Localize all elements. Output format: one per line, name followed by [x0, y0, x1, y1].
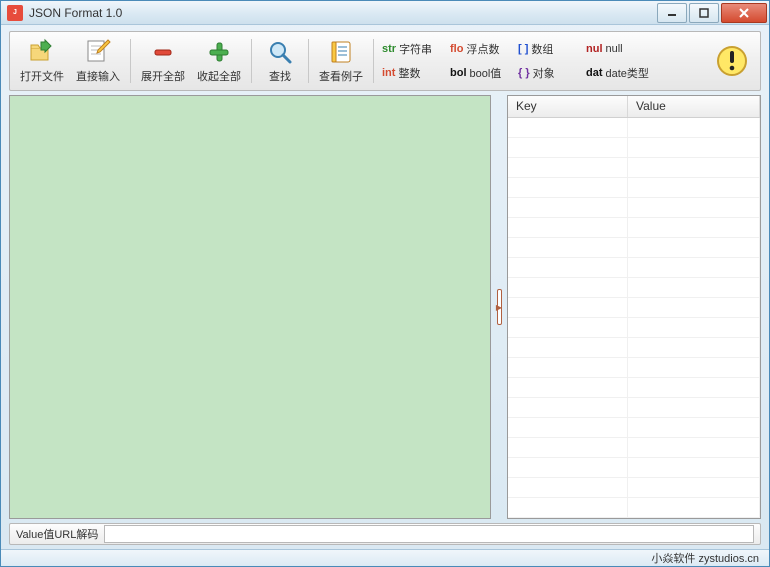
close-button[interactable] [721, 3, 767, 23]
minimize-button[interactable] [657, 3, 687, 23]
find-label: 查找 [269, 68, 291, 84]
grid-header-key[interactable]: Key [508, 96, 628, 117]
table-row[interactable] [508, 238, 760, 258]
table-row[interactable] [508, 258, 760, 278]
legend-dat: datdate类型 [586, 65, 649, 81]
splitter[interactable]: ▶ [495, 95, 503, 519]
direct-input-button[interactable]: 直接输入 [70, 34, 126, 88]
maximize-button[interactable] [689, 3, 719, 23]
key-value-grid[interactable]: Key Value [507, 95, 761, 519]
folder-open-icon [28, 38, 56, 66]
plus-icon [205, 38, 233, 66]
table-row[interactable] [508, 138, 760, 158]
table-row[interactable] [508, 398, 760, 418]
table-row[interactable] [508, 278, 760, 298]
table-row[interactable] [508, 178, 760, 198]
json-tree-pane[interactable] [9, 95, 491, 519]
window-title: JSON Format 1.0 [27, 6, 655, 20]
grid-header-value[interactable]: Value [628, 96, 760, 117]
table-row[interactable] [508, 418, 760, 438]
table-row[interactable] [508, 198, 760, 218]
open-file-button[interactable]: 打开文件 [14, 34, 70, 88]
table-row[interactable] [508, 338, 760, 358]
type-legend: str字符串 flo浮点数 [ ]数组 nulnull int整数 bolboo… [378, 34, 653, 88]
table-row[interactable] [508, 498, 760, 518]
toolbar-separator [130, 39, 131, 83]
legend-str: str字符串 [382, 41, 436, 57]
table-row[interactable] [508, 118, 760, 138]
search-icon [266, 38, 294, 66]
toolbar-separator [373, 39, 374, 83]
collapse-all-label: 收起全部 [197, 68, 241, 84]
legend-obj: { }对象 [518, 65, 572, 81]
toolbar-separator [308, 39, 309, 83]
content-area: ▶ Key Value [9, 95, 761, 519]
view-example-button[interactable]: 查看例子 [313, 34, 369, 88]
url-decode-bar: Value值URL解码 [9, 523, 761, 544]
alert-button[interactable] [714, 43, 750, 79]
app-icon: J [7, 5, 23, 21]
table-row[interactable] [508, 458, 760, 478]
legend-nul: nulnull [586, 41, 640, 57]
table-row[interactable] [508, 438, 760, 458]
url-decode-input[interactable] [104, 525, 754, 543]
find-button[interactable]: 查找 [256, 34, 304, 88]
titlebar[interactable]: J JSON Format 1.0 [1, 1, 769, 25]
window-controls [655, 3, 767, 23]
table-row[interactable] [508, 358, 760, 378]
legend-bol: bolbool值 [450, 65, 504, 81]
legend-int: int整数 [382, 65, 436, 81]
legend-flo: flo浮点数 [450, 41, 504, 57]
status-text: 小焱软件 zystudios.cn [651, 550, 759, 566]
expand-all-label: 展开全部 [141, 68, 185, 84]
splitter-handle-icon: ▶ [497, 289, 502, 325]
notebook-icon [327, 38, 355, 66]
toolbar: 打开文件 直接输入 展开全部 [9, 31, 761, 91]
edit-document-icon [84, 38, 112, 66]
legend-arr: [ ]数组 [518, 41, 572, 57]
table-row[interactable] [508, 378, 760, 398]
table-row[interactable] [508, 158, 760, 178]
collapse-all-button[interactable]: 收起全部 [191, 34, 247, 88]
minus-icon [149, 38, 177, 66]
view-example-label: 查看例子 [319, 68, 363, 84]
toolbar-separator [251, 39, 252, 83]
direct-input-label: 直接输入 [76, 68, 120, 84]
table-row[interactable] [508, 478, 760, 498]
statusbar: 小焱软件 zystudios.cn [1, 549, 769, 566]
url-decode-label: Value值URL解码 [16, 526, 98, 542]
grid-header: Key Value [508, 96, 760, 118]
table-row[interactable] [508, 218, 760, 238]
open-file-label: 打开文件 [20, 68, 64, 84]
grid-body [508, 118, 760, 518]
app-window: J JSON Format 1.0 打开文件 [0, 0, 770, 567]
table-row[interactable] [508, 318, 760, 338]
expand-all-button[interactable]: 展开全部 [135, 34, 191, 88]
table-row[interactable] [508, 298, 760, 318]
